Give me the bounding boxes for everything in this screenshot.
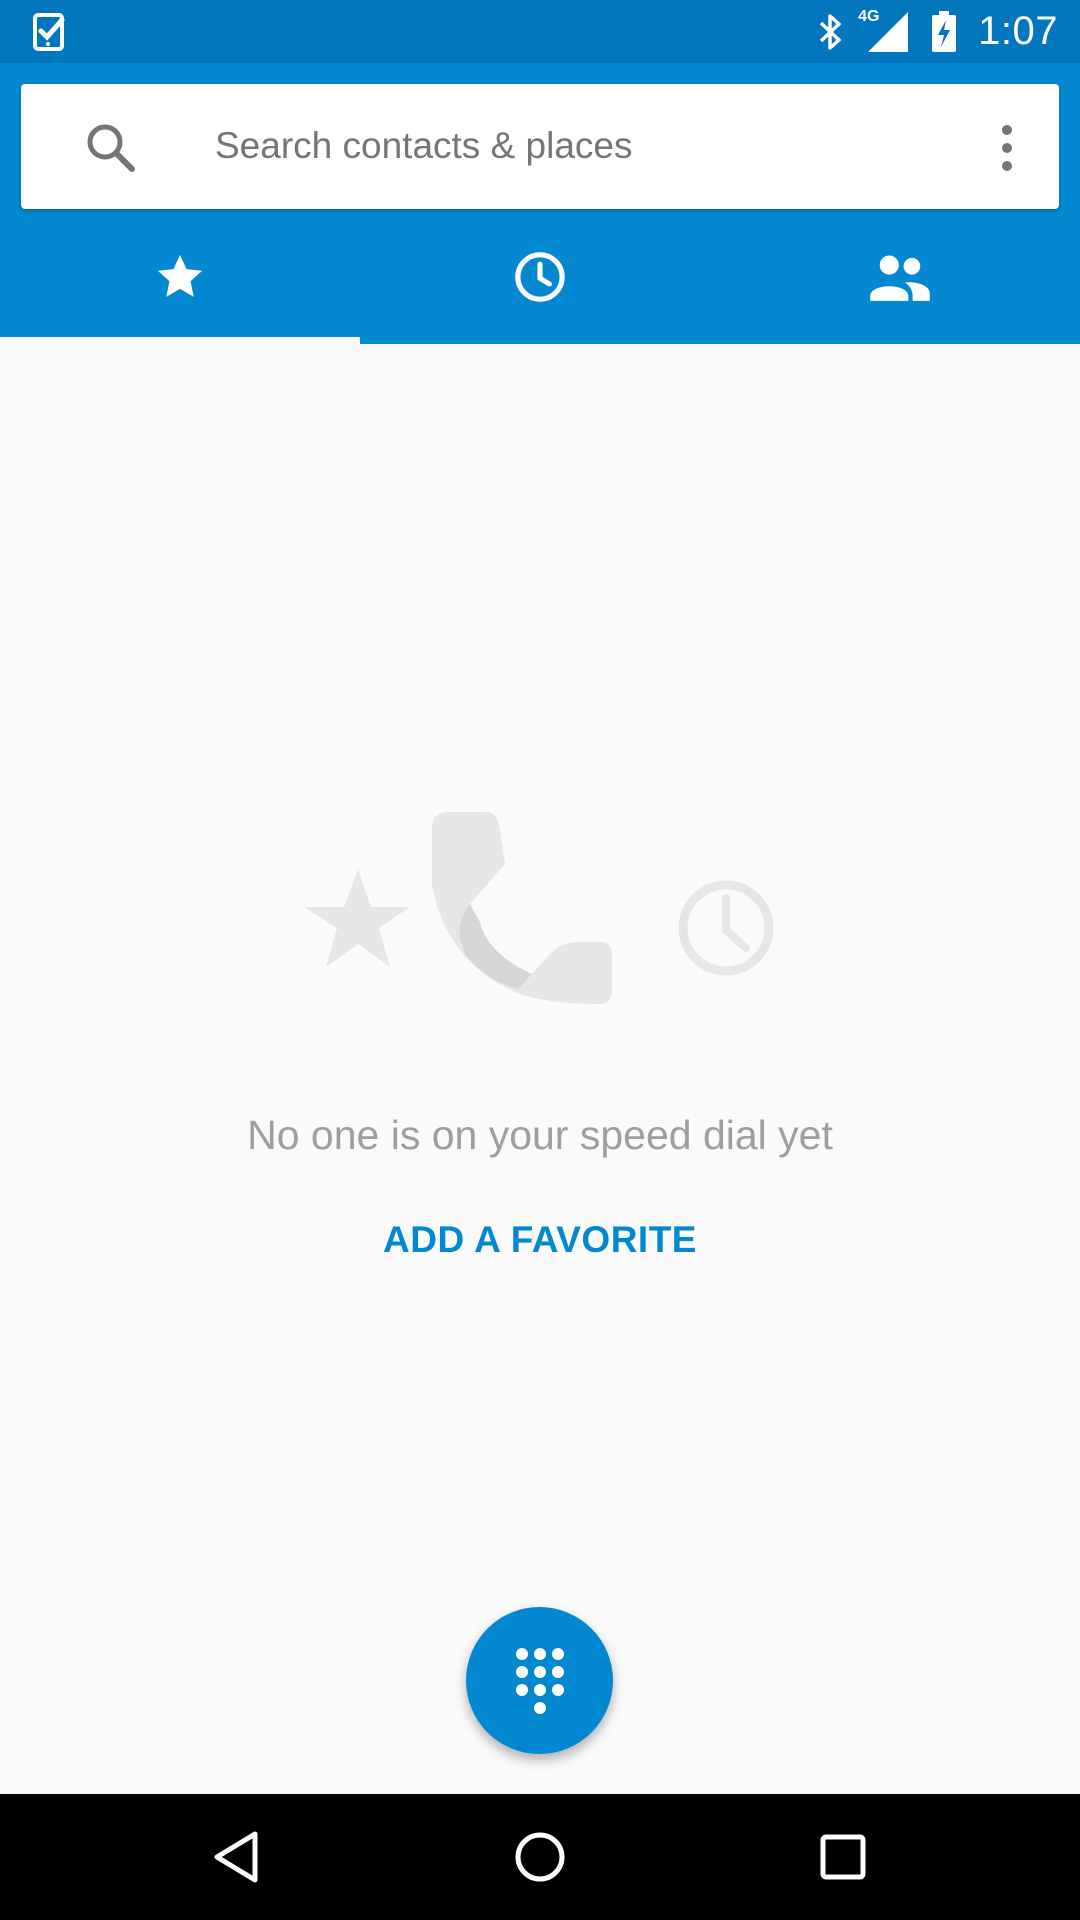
contacts-icon (870, 255, 930, 301)
recents-button[interactable] (810, 1824, 876, 1890)
speed-dial-list: No one is on your speed dial yet ADD A F… (0, 344, 1080, 1794)
status-icons: 4G 1:07 (818, 0, 1058, 63)
star-icon (304, 869, 410, 967)
status-time: 1:07 (978, 9, 1058, 53)
phone-icon (432, 812, 612, 1004)
system-nav-bar (0, 1794, 1080, 1920)
empty-speed-dial-illustration (304, 812, 774, 1004)
bluetooth-icon (819, 13, 841, 50)
clock-icon (515, 251, 565, 302)
search-input[interactable] (195, 114, 1015, 178)
add-favorite-button[interactable]: ADD A FAVORITE (340, 1200, 740, 1280)
tab-speed-dial[interactable] (0, 209, 360, 344)
home-icon (515, 1832, 565, 1882)
tab-recents[interactable] (360, 209, 720, 344)
dialpad-fab[interactable] (466, 1607, 613, 1754)
more-vert-icon[interactable] (995, 120, 1019, 176)
dialpad-icon (515, 1647, 564, 1714)
recents-icon (820, 1834, 866, 1880)
back-button[interactable] (203, 1824, 269, 1890)
empty-state-message: No one is on your speed dial yet (247, 1112, 833, 1158)
tab-bar (0, 209, 1080, 344)
selected-tab-indicator (0, 337, 360, 344)
task-check-icon (33, 13, 65, 51)
tab-contacts[interactable] (720, 209, 1080, 344)
search-icon[interactable] (83, 120, 139, 176)
home-button[interactable] (507, 1824, 573, 1890)
search-box[interactable] (21, 84, 1059, 209)
battery-charging-icon (932, 10, 957, 52)
clock-icon (678, 880, 774, 976)
status-bar: 4G 1:07 (0, 0, 1080, 63)
back-icon (214, 1831, 258, 1883)
app-bar (0, 63, 1080, 344)
signal-icon: 4G (858, 8, 910, 54)
network-type-label: 4G (858, 7, 880, 25)
star-icon (157, 254, 203, 297)
